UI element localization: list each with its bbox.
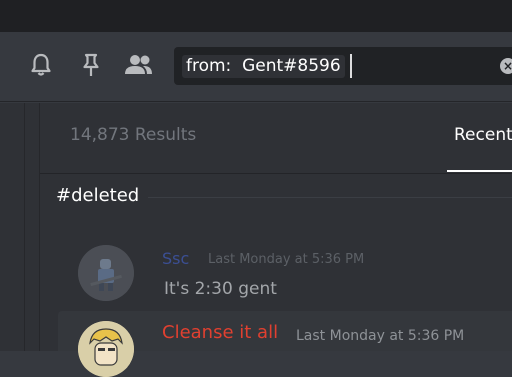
scroll-track [24,103,25,351]
results-divider [40,173,512,174]
channel-heading[interactable]: #deleted [56,185,139,207]
search-result-message[interactable]: Ssc Last Monday at 5:36 PM It's 2:30 gen… [58,237,512,301]
search-query-token[interactable]: from: Gent#8596 [182,55,345,78]
avatar[interactable] [78,245,134,301]
message-timestamp: Last Monday at 5:36 PM [296,328,465,344]
message-content: It's 2:30 gent [164,279,277,299]
avatar[interactable] [78,321,134,377]
bell-icon[interactable] [29,52,53,78]
members-icon[interactable] [121,52,155,78]
search-results-panel: 14,873 Results Recent #deleted Ssc Last … [40,103,512,377]
message-author[interactable]: Ssc [162,249,189,269]
search-input[interactable]: from: Gent#8596 × [174,47,512,85]
text-caret [350,54,352,78]
channel-divider [148,197,512,198]
search-result-message[interactable]: Cleanse it all Last Monday at 5:36 PM [58,311,512,377]
clear-icon[interactable]: × [500,58,512,74]
pin-icon[interactable] [79,52,103,78]
message-author[interactable]: Cleanse it all [162,323,278,343]
tab-recent[interactable]: Recent [454,125,512,145]
tab-recent-underline [447,170,512,172]
message-pane-edge [0,103,40,351]
results-count: 14,873 Results [70,125,197,145]
title-bar [0,0,512,32]
message-timestamp: Last Monday at 5:36 PM [208,252,365,267]
